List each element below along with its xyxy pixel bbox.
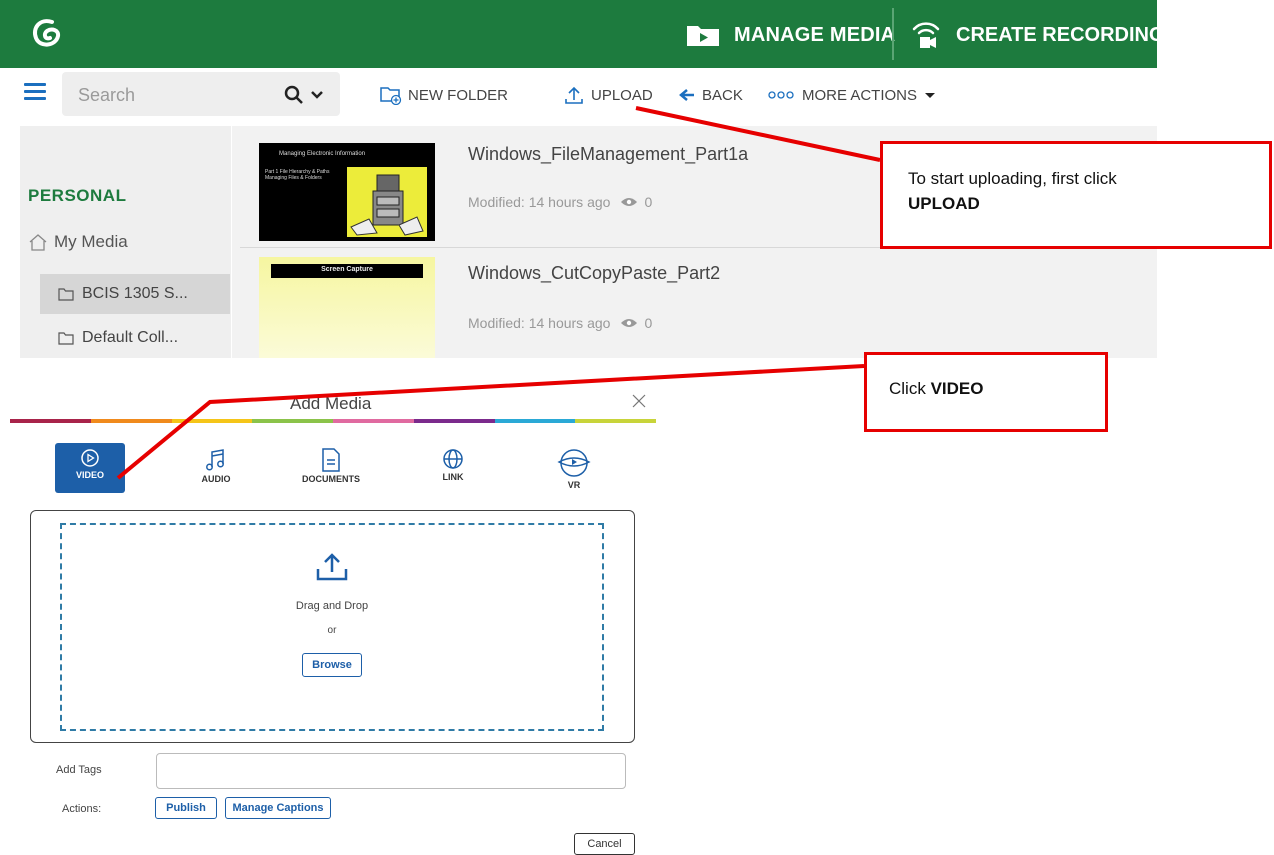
- files-illustration-icon: [350, 174, 424, 236]
- more-actions-label: MORE ACTIONS: [802, 86, 918, 104]
- upload-label: UPLOAD: [591, 86, 653, 104]
- back-button[interactable]: BACK: [678, 84, 743, 106]
- vr-headset-icon: [557, 449, 591, 477]
- more-dots-icon: [768, 91, 794, 99]
- media-meta: Modified: 14 hours ago 0: [468, 315, 652, 331]
- video-callout: Click VIDEO: [864, 352, 1108, 432]
- eye-icon: [621, 198, 638, 206]
- home-icon: [29, 234, 47, 251]
- media-folder-icon: [687, 26, 719, 46]
- color-stripe: [10, 419, 656, 423]
- search-icon: [284, 85, 303, 104]
- music-note-icon: [206, 449, 224, 471]
- new-folder-icon: [380, 87, 402, 105]
- modified-text: Modified: 14 hours ago: [468, 315, 611, 331]
- folder-icon: [58, 331, 74, 345]
- search-input[interactable]: [76, 82, 280, 108]
- thumbnail-title: Managing Electronic Information: [279, 151, 366, 157]
- search-box: [62, 72, 340, 116]
- app-logo-icon[interactable]: [28, 16, 64, 52]
- media-type-label: AUDIO: [201, 474, 231, 484]
- callout-text: To start uploading, first click: [908, 169, 1117, 188]
- color-stripe-segment: [171, 419, 253, 423]
- thumbnail-title: Screen Capture: [321, 266, 373, 273]
- sidebar-item-label: My Media: [54, 232, 128, 251]
- sidebar-item-collection[interactable]: BCIS 1305 S...: [40, 274, 230, 314]
- caret-down-icon: [925, 93, 936, 98]
- media-title[interactable]: Windows_CutCopyPaste_Part2: [468, 263, 720, 284]
- media-type-video[interactable]: VIDEO: [55, 443, 125, 493]
- document-icon: [322, 448, 340, 472]
- close-icon[interactable]: [630, 392, 648, 410]
- or-text: or: [327, 625, 337, 636]
- manage-captions-button[interactable]: Manage Captions: [225, 797, 331, 819]
- color-stripe-segment: [494, 419, 576, 423]
- sidebar-item-collection[interactable]: Default Coll...: [40, 318, 230, 358]
- media-thumbnail[interactable]: Managing Electronic Information Part 1 F…: [259, 143, 435, 241]
- color-stripe-segment: [575, 419, 656, 423]
- chevron-down-icon: [311, 91, 323, 99]
- modified-text: Modified: 14 hours ago: [468, 194, 611, 210]
- new-folder-label: NEW FOLDER: [408, 86, 509, 104]
- sidebar-item-my-media[interactable]: My Media: [28, 232, 128, 252]
- media-type-label: VIDEO: [75, 470, 104, 480]
- sidebar-section-personal: PERSONAL: [28, 186, 127, 205]
- media-type-vr[interactable]: VR: [539, 443, 609, 493]
- callout-bold-text: VIDEO: [930, 379, 984, 398]
- sidebar-item-label: BCIS 1305 S...: [82, 285, 188, 302]
- back-label: BACK: [702, 86, 743, 104]
- back-arrow-icon: [679, 89, 694, 101]
- sidebar-item-label: Default Coll...: [82, 329, 179, 346]
- publish-button[interactable]: Publish: [155, 797, 217, 819]
- dialog-title: Add Media: [290, 394, 372, 413]
- thumbnail-subtitle: Part 1 File Hierarchy & Paths Managing F…: [265, 169, 330, 181]
- actions-label: Actions:: [62, 803, 102, 815]
- add-tags-input[interactable]: [156, 753, 626, 789]
- media-type-label: VR: [567, 480, 581, 490]
- upload-icon: [565, 86, 583, 104]
- media-type-label: DOCUMENTS: [302, 474, 360, 484]
- callout-bold-text: UPLOAD: [908, 194, 980, 213]
- color-stripe-segment: [90, 419, 172, 423]
- color-stripe-segment: [252, 419, 333, 423]
- media-type-documents[interactable]: DOCUMENTS: [296, 443, 366, 493]
- play-circle-icon: [81, 449, 99, 467]
- upload-callout: To start uploading, first click UPLOAD: [880, 141, 1272, 249]
- thumbnail-image: [347, 167, 427, 237]
- header-divider: [892, 8, 894, 60]
- more-actions-button[interactable]: MORE ACTIONS: [768, 84, 943, 106]
- color-stripe-segment: [10, 419, 91, 423]
- drag-drop-text: Drag and Drop: [295, 600, 369, 612]
- globe-icon: [443, 449, 463, 469]
- callout-text: Click: [889, 379, 926, 398]
- manage-media-label: MANAGE MEDIA: [734, 23, 896, 46]
- media-thumbnail[interactable]: Screen Capture: [259, 257, 435, 358]
- media-meta: Modified: 14 hours ago 0: [468, 194, 652, 210]
- color-stripe-segment: [413, 419, 495, 423]
- view-count: 0: [644, 315, 653, 331]
- folder-icon: [58, 287, 74, 301]
- media-type-audio[interactable]: AUDIO: [181, 443, 251, 493]
- media-title[interactable]: Windows_FileManagement_Part1a: [468, 144, 748, 165]
- color-stripe-segment: [333, 419, 414, 423]
- recording-icon: [912, 22, 940, 48]
- create-recording-button[interactable]: CREATE RECORDING: [910, 18, 1165, 52]
- create-recording-label: CREATE RECORDING: [956, 23, 1165, 46]
- upload-button[interactable]: UPLOAD: [563, 84, 653, 106]
- menu-icon[interactable]: [24, 83, 46, 101]
- search-button[interactable]: [284, 84, 330, 106]
- add-tags-label: Add Tags: [56, 764, 102, 776]
- media-type-label: LINK: [442, 472, 464, 482]
- media-type-link[interactable]: LINK: [418, 443, 488, 493]
- manage-media-button[interactable]: MANAGE MEDIA: [686, 18, 895, 52]
- eye-icon: [621, 319, 638, 327]
- upload-icon: [316, 553, 348, 581]
- browse-button[interactable]: Browse: [302, 653, 362, 677]
- view-count: 0: [644, 194, 653, 210]
- new-folder-button[interactable]: NEW FOLDER: [380, 84, 508, 106]
